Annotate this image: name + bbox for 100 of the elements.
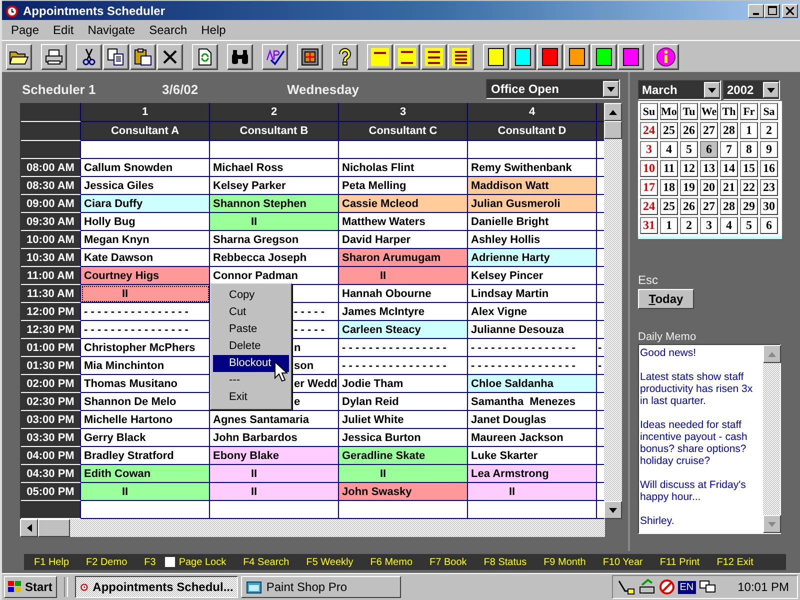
- function-key[interactable]: F5 Weekly: [306, 556, 354, 568]
- table-cell[interactable]: Kelsey Pincer: [468, 267, 597, 285]
- calendar-day[interactable]: 24: [640, 198, 658, 215]
- start-button[interactable]: Start: [4, 576, 58, 598]
- toolbar-button[interactable]: [564, 44, 590, 70]
- calendar-day[interactable]: 11: [660, 160, 678, 177]
- calendar-day[interactable]: 22: [740, 179, 758, 196]
- minimize-button[interactable]: [748, 4, 764, 18]
- menu-item[interactable]: Help: [194, 23, 233, 37]
- table-cell[interactable]: Hannah Obourne: [339, 285, 468, 303]
- toolbar-button[interactable]: [367, 44, 393, 70]
- calendar-day[interactable]: 28: [720, 198, 738, 215]
- calendar-day[interactable]: 2: [760, 122, 778, 139]
- table-cell[interactable]: II: [81, 285, 210, 303]
- menu-item[interactable]: Search: [142, 23, 194, 37]
- calendar-day[interactable]: 12: [680, 160, 698, 177]
- column-header[interactable]: Consultant C: [339, 122, 468, 141]
- column-header[interactable]: Consultant B: [210, 122, 339, 141]
- toolbar-button[interactable]: [157, 44, 183, 70]
- table-cell[interactable]: Sharna Gregson: [210, 231, 339, 249]
- table-cell[interactable]: [81, 141, 210, 159]
- table-cell[interactable]: - - - - - - - - - - - - - - - -: [339, 339, 468, 357]
- table-cell[interactable]: Shannon Stephen: [210, 195, 339, 213]
- calendar-day[interactable]: 29: [740, 198, 758, 215]
- table-cell[interactable]: Maureen Jackson: [468, 429, 597, 447]
- calendar-day[interactable]: 14: [720, 160, 738, 177]
- table-cell[interactable]: Chloe Saldanha: [468, 375, 597, 393]
- calendar-day[interactable]: 16: [760, 160, 778, 177]
- function-key[interactable]: F10 Year: [602, 556, 643, 568]
- table-cell[interactable]: II: [210, 465, 339, 483]
- calendar-day[interactable]: 9: [760, 141, 778, 158]
- table-cell[interactable]: Lea Armstrong: [468, 465, 597, 483]
- toolbar-button[interactable]: [41, 44, 67, 70]
- function-key[interactable]: F8 Status: [484, 556, 527, 568]
- toolbar-button[interactable]: [332, 44, 358, 70]
- menu-item[interactable]: Page: [4, 23, 46, 37]
- vertical-scrollbar[interactable]: [604, 103, 622, 519]
- table-cell[interactable]: Matthew Waters: [339, 213, 468, 231]
- toolbar-button[interactable]: [76, 44, 102, 70]
- table-cell[interactable]: Dylan Reid: [339, 393, 468, 411]
- memo-field[interactable]: [638, 344, 781, 534]
- toolbar-button[interactable]: [262, 44, 288, 70]
- function-key[interactable]: F1 Help: [34, 556, 70, 568]
- calendar-day[interactable]: 26: [680, 122, 698, 139]
- context-menu-item[interactable]: Exit: [213, 389, 289, 406]
- table-cell[interactable]: Carleen Steacy: [339, 321, 468, 339]
- table-cell[interactable]: [339, 141, 468, 159]
- table-cell[interactable]: Ciara Duffy: [81, 195, 210, 213]
- function-key[interactable]: F2 Demo: [86, 556, 128, 568]
- table-cell[interactable]: Adrienne Harty: [468, 249, 597, 267]
- toolbar-button[interactable]: [618, 44, 644, 70]
- toolbar-button[interactable]: [227, 44, 253, 70]
- context-menu-item[interactable]: Cut: [213, 304, 289, 321]
- context-menu-item[interactable]: Copy: [213, 287, 289, 304]
- calendar-day[interactable]: 5: [680, 141, 698, 158]
- table-cell[interactable]: Lindsay Martin: [468, 285, 597, 303]
- function-key[interactable]: F6 Memo: [370, 556, 413, 568]
- calendar-day[interactable]: 27: [700, 198, 718, 215]
- taskbar-button[interactable]: Paint Shop Pro: [241, 576, 402, 598]
- status-select[interactable]: Office Open: [486, 79, 620, 99]
- toolbar-button[interactable]: [103, 44, 129, 70]
- calendar-day[interactable]: 20: [700, 179, 718, 196]
- function-key[interactable]: F7 Book: [430, 556, 467, 568]
- table-cell[interactable]: II: [339, 465, 468, 483]
- toolbar-button[interactable]: [510, 44, 536, 70]
- year-select[interactable]: 2002: [723, 80, 780, 100]
- context-menu-item[interactable]: Paste: [213, 321, 289, 338]
- table-cell[interactable]: Alex Vigne: [468, 303, 597, 321]
- menu-item[interactable]: Edit: [46, 23, 81, 37]
- function-key[interactable]: F4 Search: [243, 556, 290, 568]
- calendar-day[interactable]: 30: [760, 198, 778, 215]
- calendar-day[interactable]: 8: [740, 141, 758, 158]
- table-cell[interactable]: Sharon Arumugam: [339, 249, 468, 267]
- table-cell[interactable]: Geradline Skate: [339, 447, 468, 465]
- toolbar-button[interactable]: [448, 44, 474, 70]
- table-cell[interactable]: Danielle Bright: [468, 213, 597, 231]
- table-cell[interactable]: II: [339, 267, 468, 285]
- calendar-day[interactable]: 2: [680, 217, 698, 234]
- calendar-day[interactable]: 28: [720, 122, 738, 139]
- table-cell[interactable]: II: [210, 213, 339, 231]
- language-indicator[interactable]: EN: [678, 580, 696, 594]
- toolbar-button[interactable]: [653, 44, 679, 70]
- today-button[interactable]: Today: [638, 289, 694, 309]
- scroll-thumb[interactable]: [604, 121, 622, 139]
- table-cell[interactable]: Juliet White: [339, 411, 468, 429]
- calendar-day[interactable]: 6: [760, 217, 778, 234]
- calendar-day[interactable]: 26: [680, 198, 698, 215]
- toolbar-button[interactable]: [394, 44, 420, 70]
- toolbar-button[interactable]: [192, 44, 218, 70]
- table-cell[interactable]: Megan Knyn: [81, 231, 210, 249]
- table-cell[interactable]: Michelle Hartono: [81, 411, 210, 429]
- calendar-day[interactable]: 25: [660, 122, 678, 139]
- table-cell[interactable]: Courtney Higs: [81, 267, 210, 285]
- table-cell[interactable]: Gerry Black: [81, 429, 210, 447]
- context-menu-item[interactable]: ---: [213, 372, 289, 389]
- calendar-day[interactable]: 7: [720, 141, 738, 158]
- calendar-day[interactable]: 18: [660, 179, 678, 196]
- maximize-button[interactable]: [764, 4, 780, 18]
- calendar-day[interactable]: 4: [720, 217, 738, 234]
- calendar-day[interactable]: 3: [640, 141, 658, 158]
